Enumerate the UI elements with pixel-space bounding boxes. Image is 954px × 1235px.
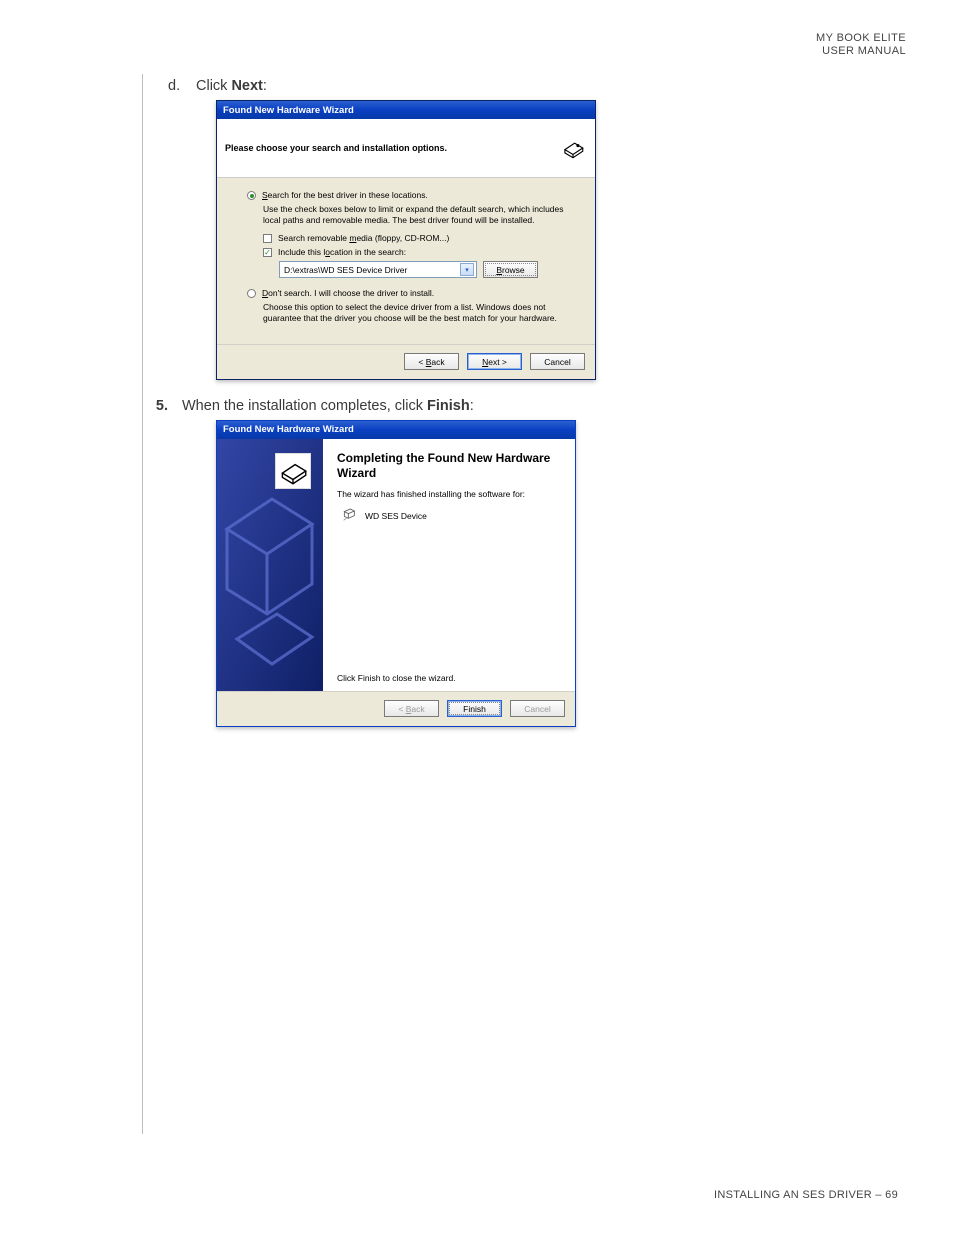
step-5: 5. When the installation completes, clic…	[140, 398, 888, 414]
back-button[interactable]: < Back	[404, 353, 459, 370]
dialog-footer: < Back Finish Cancel	[217, 691, 575, 726]
finish-button[interactable]: Finish	[447, 700, 502, 717]
wizard-right-panel: Completing the Found New Hardware Wizard…	[323, 439, 575, 691]
drive-icon	[341, 507, 357, 525]
screenshot-2: Found New Hardware Wizard	[216, 420, 888, 727]
dialog-body: Completing the Found New Hardware Wizard…	[217, 439, 575, 691]
checkbox-icon	[263, 234, 272, 243]
header-line1: MY BOOK ELITE	[816, 32, 906, 45]
wizard-dialog-2: Found New Hardware Wizard	[216, 420, 576, 727]
installed-device-row: WD SES Device	[341, 507, 563, 525]
radio2-help-text: Choose this option to select the device …	[263, 302, 565, 323]
completion-instruction: Click Finish to close the wizard.	[337, 673, 563, 683]
checkbox-removable-media[interactable]: Search removable media (floppy, CD-ROM..…	[263, 233, 565, 243]
wizard-side-graphic	[217, 439, 323, 691]
radio-search-locations[interactable]: Search for the best driver in these loca…	[247, 190, 565, 200]
dialog-header-panel: Please choose your search and installati…	[217, 119, 595, 178]
location-path-value: D:\extras\WD SES Device Driver	[284, 265, 407, 275]
header-line2: USER MANUAL	[816, 45, 906, 58]
cancel-button: Cancel	[510, 700, 565, 717]
back-button: < Back	[384, 700, 439, 717]
page-footer: INSTALLING AN SES DRIVER – 69	[714, 1189, 898, 1201]
device-icon	[275, 453, 311, 489]
dialog-title: Found New Hardware Wizard	[223, 105, 354, 116]
browse-button[interactable]: Browse	[483, 261, 538, 278]
cancel-button[interactable]: Cancel	[530, 353, 585, 370]
device-icon	[559, 134, 587, 162]
location-path-combo[interactable]: D:\extras\WD SES Device Driver ▾	[279, 261, 477, 278]
chevron-down-icon[interactable]: ▾	[460, 263, 474, 276]
radio1-help-text: Use the check boxes below to limit or ex…	[263, 204, 565, 225]
dialog-footer: < Back Next > Cancel	[217, 344, 595, 379]
step-d-marker: d.	[168, 78, 196, 94]
step-5-text: When the installation completes, click F…	[182, 398, 474, 414]
document-header: MY BOOK ELITE USER MANUAL	[816, 32, 906, 57]
completion-line: The wizard has finished installing the s…	[337, 489, 563, 499]
dialog-titlebar: Found New Hardware Wizard	[217, 421, 575, 439]
dialog-body: Search for the best driver in these loca…	[217, 178, 595, 344]
screenshot-1: Found New Hardware Wizard Please choose …	[216, 100, 888, 380]
margin-rule	[142, 74, 143, 1134]
radio-dont-search[interactable]: Don't search. I will choose the driver t…	[247, 288, 565, 298]
dialog-title: Found New Hardware Wizard	[223, 424, 354, 435]
radio-icon	[247, 191, 256, 200]
dialog-titlebar: Found New Hardware Wizard	[217, 101, 595, 119]
checkbox-icon: ✓	[263, 248, 272, 257]
step-d: d. Click Next:	[168, 78, 888, 94]
step-5-marker: 5.	[140, 398, 168, 414]
installed-device-name: WD SES Device	[365, 511, 427, 521]
manual-page: MY BOOK ELITE USER MANUAL d. Click Next:…	[0, 0, 954, 1235]
checkbox-include-location[interactable]: ✓ Include this location in the search:	[263, 247, 565, 257]
completion-heading: Completing the Found New Hardware Wizard	[337, 451, 563, 481]
content-column: d. Click Next: Found New Hardware Wizard…	[168, 78, 888, 745]
radio-icon	[247, 289, 256, 298]
wizard-dialog-1: Found New Hardware Wizard Please choose …	[216, 100, 596, 380]
next-button[interactable]: Next >	[467, 353, 522, 370]
location-path-row: D:\extras\WD SES Device Driver ▾ Browse	[279, 261, 565, 278]
dialog-subtitle: Please choose your search and installati…	[225, 143, 447, 153]
step-d-text: Click Next:	[196, 78, 267, 94]
footer-text: INSTALLING AN SES DRIVER – 69	[714, 1189, 898, 1201]
